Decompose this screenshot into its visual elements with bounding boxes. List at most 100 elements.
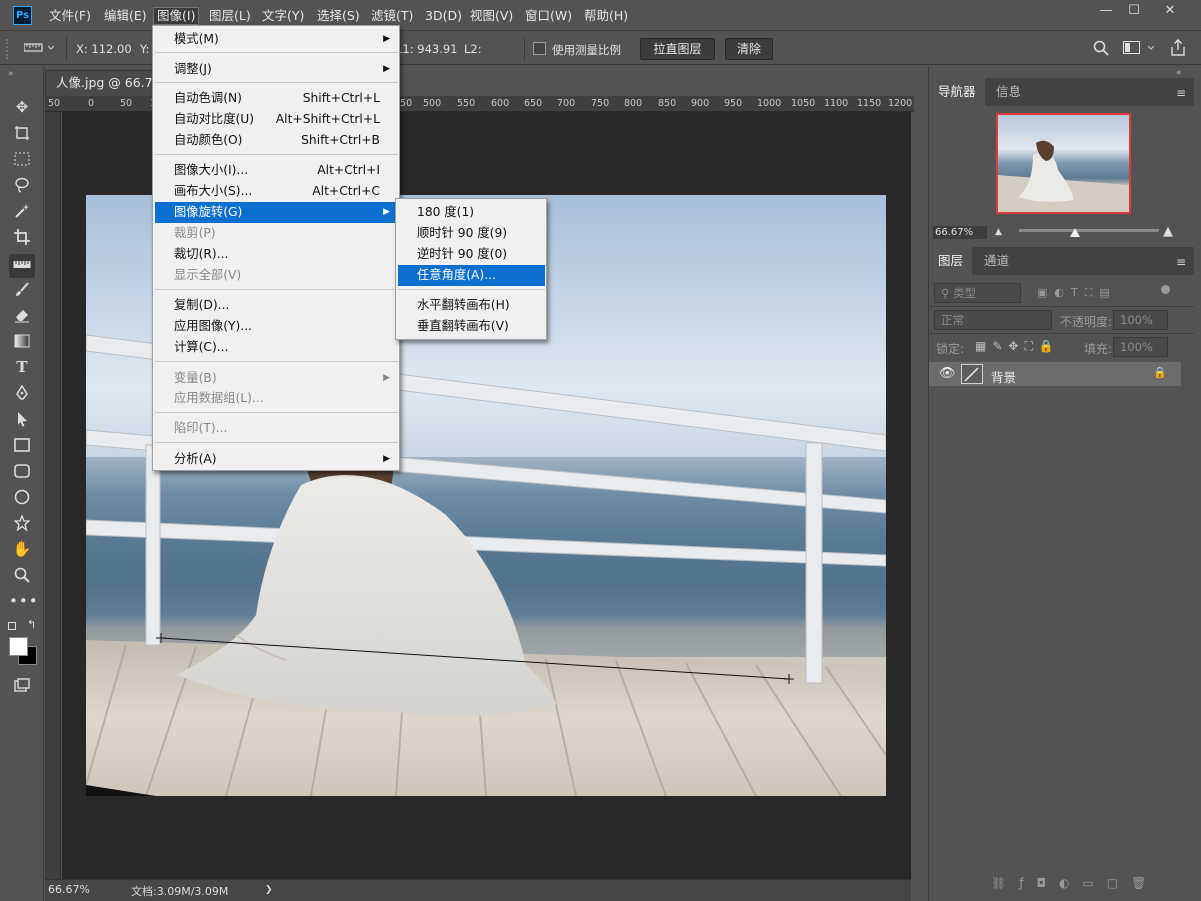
zoom-out-icon[interactable]: ▲: [995, 227, 1002, 237]
clear-button[interactable]: 清除: [725, 38, 773, 60]
menu-item-mode[interactable]: 模式(M) ▶: [155, 29, 398, 50]
artboard-tool-icon[interactable]: [9, 122, 35, 144]
menu-item-apply-data-set[interactable]: 应用数据组(L)...: [155, 388, 398, 409]
menu-help[interactable]: 帮助(H): [581, 7, 631, 25]
menu-item-auto-tone[interactable]: 自动色调(N) Shift+Ctrl+L: [155, 88, 398, 109]
menu-item-reveal-all[interactable]: 显示全部(V): [155, 265, 398, 286]
menu-item-duplicate[interactable]: 复制(D)...: [155, 295, 398, 316]
menu-item-rotate-90-cw[interactable]: 顺时针 90 度(9): [398, 223, 545, 244]
menu-item-flip-vertical[interactable]: 垂直翻转画布(V): [398, 316, 545, 337]
layer-thumbnail: [961, 364, 983, 384]
magic-wand-icon[interactable]: [9, 200, 35, 222]
menu-item-variables[interactable]: 变量(B) ▶: [155, 368, 398, 389]
pen-tool-icon[interactable]: [9, 382, 35, 404]
more-tools-icon[interactable]: •••: [9, 590, 38, 612]
blend-mode-select[interactable]: 正常: [934, 310, 1052, 330]
use-scale-checkbox[interactable]: [533, 42, 546, 55]
lock-icons[interactable]: ▦✎✥⛶🔒: [975, 339, 1060, 354]
layer-row-background[interactable]: 👁 背景 🔒: [929, 362, 1181, 386]
rounded-rect-tool-icon[interactable]: [9, 460, 35, 482]
menu-item-calculations[interactable]: 计算(C)...: [155, 337, 398, 358]
marquee-tool-icon[interactable]: [9, 148, 35, 170]
menu-view[interactable]: 视图(V): [467, 7, 516, 25]
share-icon[interactable]: [1170, 39, 1186, 60]
collapse-icon[interactable]: «: [1176, 68, 1182, 78]
menu-image[interactable]: 图像(I): [153, 7, 200, 25]
menu-item-trim[interactable]: 裁切(R)...: [155, 244, 398, 265]
tab-navigator[interactable]: 导航器: [929, 78, 985, 106]
zoom-slider[interactable]: [1019, 229, 1159, 232]
eraser-tool-icon[interactable]: [9, 304, 35, 326]
menu-window[interactable]: 窗口(W): [522, 7, 575, 25]
menu-filter[interactable]: 滤镜(T): [368, 7, 416, 25]
lasso-tool-icon[interactable]: [9, 174, 35, 196]
crop-tool-icon[interactable]: [9, 226, 35, 248]
foreground-color-swatch[interactable]: [9, 637, 28, 656]
filter-toggle-icon[interactable]: [1161, 285, 1170, 294]
menu-item-crop[interactable]: 裁剪(P): [155, 223, 398, 244]
rectangle-tool-icon[interactable]: [9, 434, 35, 456]
menu-separator: [155, 289, 398, 290]
menu-select[interactable]: 选择(S): [314, 7, 363, 25]
type-tool-icon[interactable]: T: [9, 356, 35, 378]
maximize-button[interactable]: ☐: [1119, 0, 1149, 24]
menu-item-rotate-90-ccw[interactable]: 逆时针 90 度(0): [398, 244, 545, 265]
zoom-slider-handle[interactable]: [1070, 228, 1080, 237]
visibility-eye-icon[interactable]: 👁: [939, 366, 956, 381]
zoom-in-icon[interactable]: ▲: [1163, 224, 1173, 239]
straighten-layer-button[interactable]: 拉直图层: [640, 38, 715, 60]
menu-layer[interactable]: 图层(L): [206, 7, 254, 25]
status-menu-arrow[interactable]: ❯: [265, 885, 273, 895]
gradient-tool-icon[interactable]: [9, 330, 35, 352]
menu-item-rotate-180[interactable]: 180 度(1): [398, 202, 545, 223]
brush-tool-icon[interactable]: [9, 278, 35, 300]
layer-filter-icons[interactable]: ▣◐T⛶▤: [1037, 286, 1117, 300]
menu-item-image-size[interactable]: 图像大小(I)... Alt+Ctrl+I: [155, 160, 398, 181]
menu-item-arbitrary-angle[interactable]: 任意角度(A)...: [398, 265, 545, 286]
minimize-button[interactable]: —: [1091, 0, 1121, 24]
menu-item-auto-color[interactable]: 自动颜色(O) Shift+Ctrl+B: [155, 130, 398, 151]
quick-mask-icon[interactable]: [9, 674, 35, 696]
opacity-field[interactable]: 100%: [1113, 310, 1168, 330]
move-tool-icon[interactable]: ✥: [9, 96, 35, 118]
menu-item-trap[interactable]: 陷印(T)...: [155, 418, 398, 439]
tab-info[interactable]: 信息: [987, 78, 1030, 106]
fill-field[interactable]: 100%: [1113, 337, 1168, 357]
hand-tool-icon[interactable]: ✋: [9, 538, 35, 560]
menu-item-adjustments[interactable]: 调整(J) ▶: [155, 59, 398, 80]
menu-3d[interactable]: 3D(D): [422, 7, 465, 25]
close-button[interactable]: ✕: [1155, 0, 1185, 24]
custom-shape-icon[interactable]: [9, 512, 35, 534]
panel-menu-icon[interactable]: ≡: [1176, 86, 1186, 100]
tab-channels[interactable]: 通道: [975, 247, 1018, 275]
ellipse-tool-icon[interactable]: [9, 486, 35, 508]
menu-item-label: 图像大小(I)...: [174, 163, 249, 177]
menu-edit[interactable]: 编辑(E): [101, 7, 150, 25]
menu-item-image-rotation[interactable]: 图像旋转(G) ▶: [155, 202, 398, 223]
menu-item-apply-image[interactable]: 应用图像(Y)...: [155, 316, 398, 337]
menu-item-analysis[interactable]: 分析(A) ▶: [155, 449, 398, 470]
navigator-thumbnail[interactable]: [996, 113, 1131, 214]
search-icon[interactable]: [1093, 40, 1109, 59]
collapse-icon[interactable]: »: [8, 69, 14, 79]
panel-menu-icon[interactable]: ≡: [1176, 255, 1186, 269]
ruler-tool-icon[interactable]: [23, 41, 55, 55]
menu-item-canvas-size[interactable]: 画布大小(S)... Alt+Ctrl+C: [155, 181, 398, 202]
layer-actions-icons[interactable]: ⛓ƒ◘◐▭▢🗑: [991, 876, 1159, 890]
zoom-level[interactable]: 66.67%: [48, 883, 90, 896]
layer-name[interactable]: 背景: [991, 367, 1016, 386]
layer-filter-select[interactable]: ⚲ 类型: [934, 283, 1021, 303]
menu-item-flip-horizontal[interactable]: 水平翻转画布(H): [398, 295, 545, 316]
workspace-icon[interactable]: [1123, 41, 1157, 58]
path-selection-icon[interactable]: [9, 408, 35, 430]
menu-type[interactable]: 文字(Y): [259, 7, 307, 25]
menu-item-auto-contrast[interactable]: 自动对比度(U) Alt+Shift+Ctrl+L: [155, 109, 398, 130]
tab-layers[interactable]: 图层: [929, 247, 973, 275]
navigator-zoom[interactable]: 66.67%: [933, 226, 987, 239]
swap-colors-icon[interactable]: ↰: [27, 618, 36, 631]
zoom-tool-icon[interactable]: [9, 564, 35, 586]
menu-separator: [155, 412, 398, 413]
ruler-tool-icon[interactable]: [9, 254, 35, 278]
default-colors-icon[interactable]: [8, 622, 16, 630]
menu-file[interactable]: 文件(F): [46, 7, 94, 25]
